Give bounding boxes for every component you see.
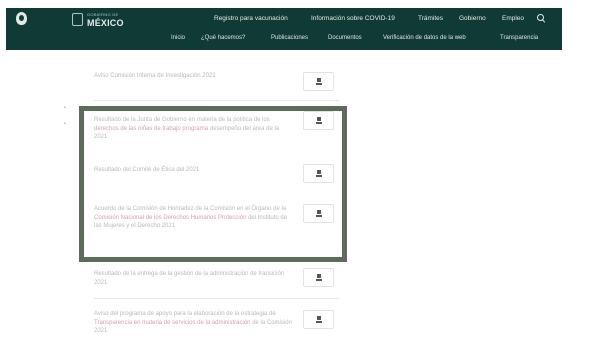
nav-gobierno[interactable]: Gobierno <box>459 15 486 22</box>
download-button[interactable] <box>303 72 334 91</box>
site-header: GOBIERNO DE MÉXICO Registro para vacunac… <box>6 8 562 50</box>
nav-inicio[interactable]: Inicio <box>171 35 185 41</box>
nav-registro-vacunacion[interactable]: Registro para vacunación <box>214 15 288 22</box>
nav-que-hacemos[interactable]: ¿Qué hacemos? <box>201 35 245 41</box>
download-button[interactable] <box>303 310 334 329</box>
divider <box>94 100 339 101</box>
side-bullet-icon: • <box>64 121 66 127</box>
document-title[interactable]: Aviso Comisión Interna de Investigación … <box>94 72 294 81</box>
nav-empleo[interactable]: Empleo <box>502 15 524 22</box>
logo-small-text: GOBIERNO DE <box>87 12 119 17</box>
nav-documentos[interactable]: Documentos <box>328 35 362 41</box>
nav-verificacion-datos[interactable]: Verificación de datos de la web <box>383 35 466 41</box>
download-button[interactable] <box>303 268 334 287</box>
highlight-frame <box>79 106 347 262</box>
download-icon <box>316 316 322 324</box>
download-icon <box>316 274 322 282</box>
gobierno-logo[interactable]: GOBIERNO DE MÉXICO <box>72 11 148 29</box>
nav-informacion-covid[interactable]: Información sobre COVID-19 <box>311 15 395 22</box>
document-title[interactable]: Aviso del programa de apoyo para la elab… <box>94 310 294 336</box>
nav-publicaciones[interactable]: Publicaciones <box>271 35 308 41</box>
nav-tramites[interactable]: Trámites <box>418 15 443 22</box>
coat-of-arms-icon <box>72 13 83 26</box>
download-icon <box>316 78 322 86</box>
search-icon[interactable] <box>536 13 546 23</box>
shield-icon[interactable] <box>16 12 27 25</box>
side-bullet-icon: • <box>64 105 66 111</box>
nav-transparencia[interactable]: Transparencia <box>500 35 538 41</box>
logo-big-text: MÉXICO <box>87 18 124 28</box>
divider <box>94 298 339 299</box>
document-title[interactable]: Resultado de la entrega de la gestión de… <box>94 270 294 287</box>
